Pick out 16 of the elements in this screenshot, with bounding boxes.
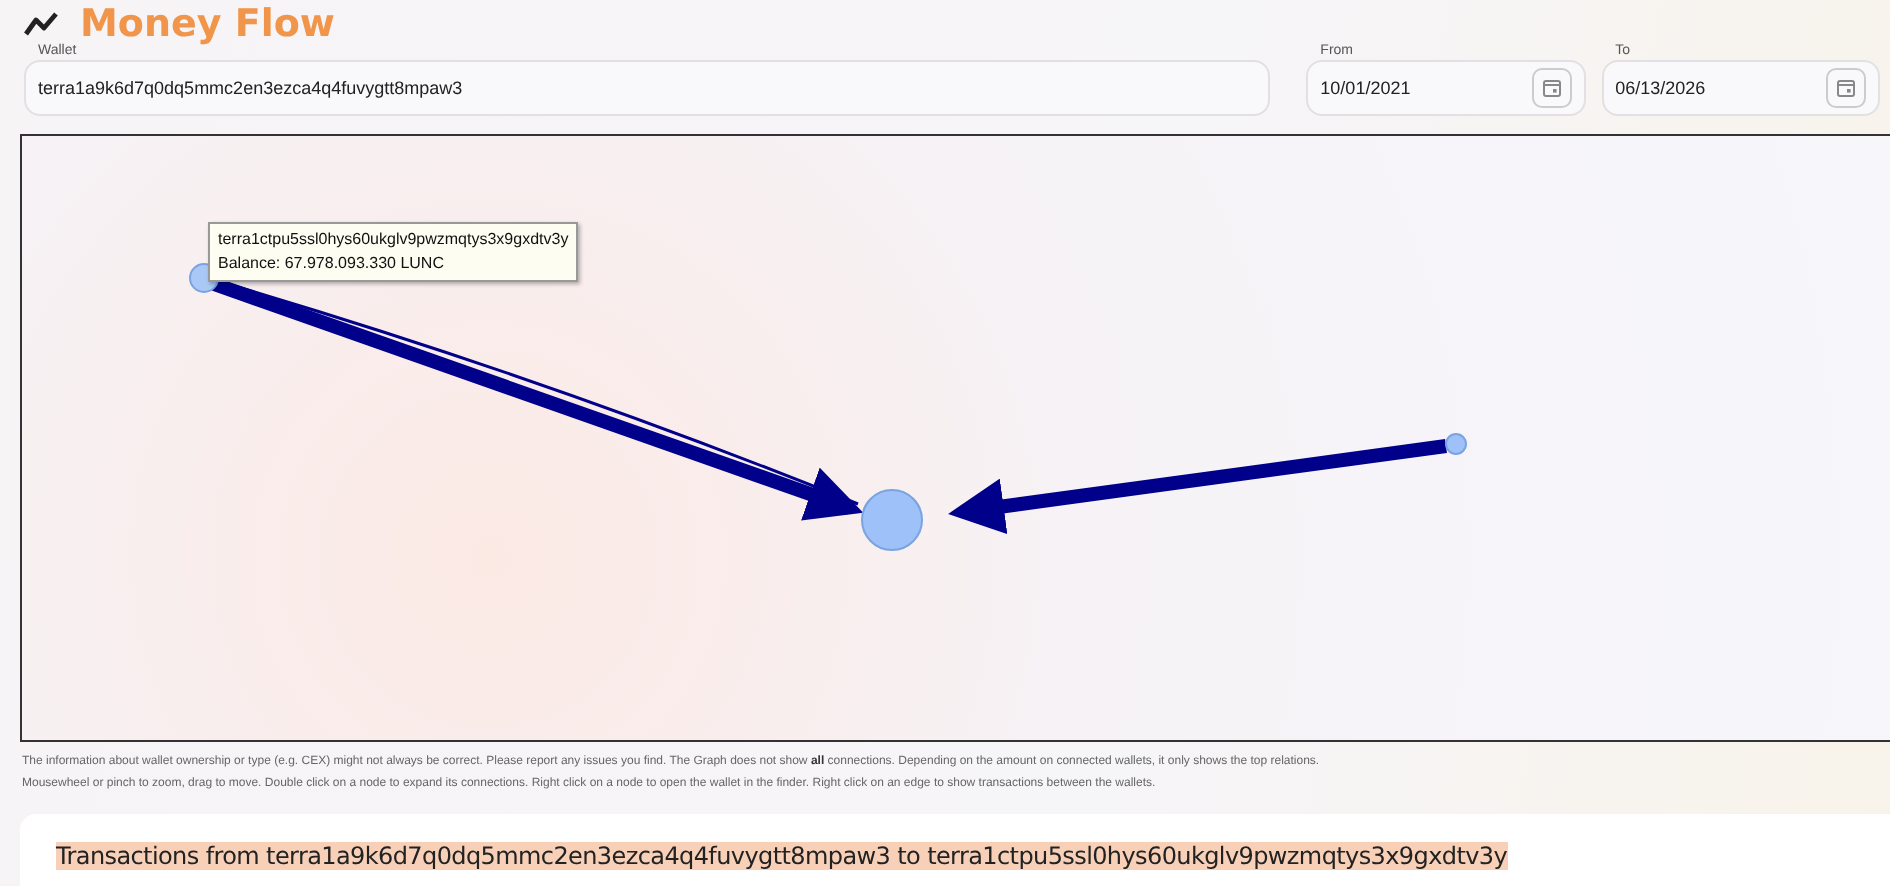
graph-canvas[interactable]: terra1ctpu5ssl0hys60ukglv9pwzmqtys3x9gxdtv3y Balance: 67.978.093.330 LUNC bbox=[20, 134, 1890, 742]
tooltip-address: terra1ctpu5ssl0hys60ukglv9pwzmqtys3x9gxdtv3y bbox=[218, 228, 569, 252]
calendar-button[interactable] bbox=[1531, 68, 1572, 108]
graph-node[interactable] bbox=[1445, 433, 1467, 455]
app-title: Money Flow bbox=[80, 4, 335, 44]
transactions-heading: Transactions from terra1a9k6d7q0dq5mmc2en3ezca4q4fuvygtt8mpaw3 to terra1ctpu5ssl0hys60ukglv9pwzmqtys3x9gxdtv3y bbox=[56, 842, 1508, 870]
trend-icon bbox=[24, 12, 60, 36]
field-value: 10/01/2021 bbox=[1320, 78, 1411, 98]
calendar-icon bbox=[1541, 78, 1562, 98]
calendar-icon bbox=[1836, 78, 1857, 98]
tooltip-balance: Balance: 67.978.093.330 LUNC bbox=[218, 252, 446, 276]
calendar-button[interactable] bbox=[1826, 68, 1867, 108]
field-value: 06/13/2026 bbox=[1615, 78, 1706, 98]
graph-node[interactable] bbox=[861, 489, 923, 551]
edge-arrow[interactable] bbox=[948, 439, 1447, 535]
field-value: terra1a9k6d7q0dq5mmc2en3ezca4q4fuvygtt8mpaw3 bbox=[38, 78, 463, 98]
